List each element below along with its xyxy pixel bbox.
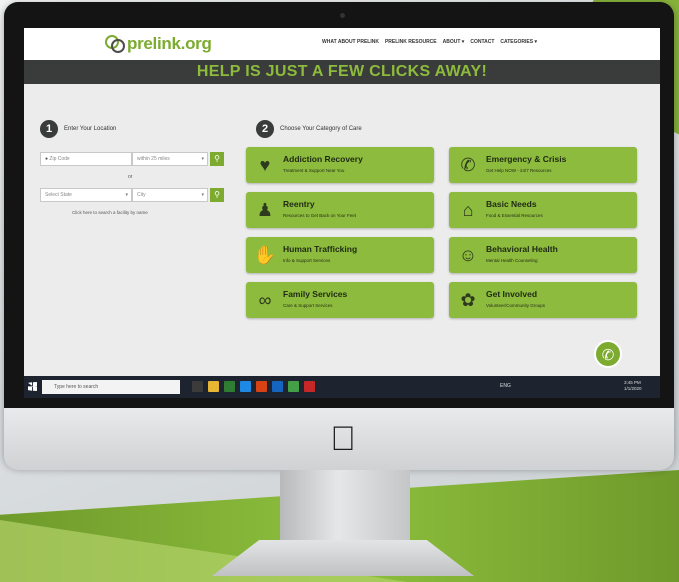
site-header: prelink.org WHAT ABOUT PRELINK PRELINK R… <box>24 28 660 60</box>
group-icon: ♟ <box>256 200 274 220</box>
emergency-icon: ✆ <box>460 155 476 175</box>
category-title: Basic Needs <box>486 199 537 209</box>
nav-item-about[interactable]: ABOUT ▾ <box>443 39 465 45</box>
category-title: Addiction Recovery <box>283 154 363 164</box>
logo-mark-icon <box>104 33 126 55</box>
edge-icon[interactable] <box>240 381 251 392</box>
category-title: Get Involved <box>486 289 538 299</box>
category-title: Emergency & Crisis <box>486 154 567 164</box>
category-title: Behavioral Health <box>486 244 558 254</box>
category-subtitle: Get Help NOW - 24/7 Resources <box>486 168 552 173</box>
search-icon: ⚲ <box>214 154 220 163</box>
main-nav: WHAT ABOUT PRELINK PRELINK RESOURCE ABOU… <box>322 39 537 45</box>
nav-item-contact[interactable]: CONTACT <box>470 39 494 45</box>
category-addiction-recovery[interactable]: ♥ Addiction Recovery Treatment & Support… <box>246 147 434 183</box>
system-tray[interactable]: ENG <box>500 383 511 389</box>
category-subtitle: Info & Support Services <box>283 258 331 263</box>
category-get-involved[interactable]: ✿ Get Involved Volunteer/Community Group… <box>449 282 637 318</box>
search-zip-button[interactable]: ⚲ <box>210 152 224 166</box>
taskbar-clock[interactable]: 3:45 PM 1/1/2020 <box>624 380 642 392</box>
category-reentry[interactable]: ♟ Reentry Resources to Get Back on Your … <box>246 192 434 228</box>
community-icon: ✿ <box>460 290 476 310</box>
call-button[interactable]: ✆ <box>594 340 622 368</box>
category-subtitle: Resources to Get Back on Your Feet <box>283 213 357 218</box>
file-explorer-icon[interactable] <box>208 381 219 392</box>
city-select[interactable]: City ▾ <box>132 188 208 202</box>
step-2-badge: 2 <box>256 120 274 138</box>
category-subtitle: Food & Essential Resources <box>486 213 543 218</box>
category-title: Family Services <box>283 289 348 299</box>
chevron-down-icon: ▾ <box>125 192 128 198</box>
head-icon: ☺ <box>458 245 478 265</box>
task-view-icon[interactable] <box>192 381 203 392</box>
taskbar-search-input[interactable]: Type here to search <box>42 380 180 394</box>
nav-item-resource[interactable]: PRELINK RESOURCE <box>385 39 437 45</box>
app-icon[interactable] <box>304 381 315 392</box>
city-value: City <box>137 192 146 198</box>
step-1-label: Enter Your Location <box>64 126 117 132</box>
category-subtitle: Mental Health Counseling <box>486 258 538 263</box>
category-basic-needs[interactable]: ⌂ Basic Needs Food & Essential Resources <box>449 192 637 228</box>
category-title: Reentry <box>283 199 315 209</box>
hand-heart-icon: ♥ <box>259 155 271 175</box>
search-by-name-link[interactable]: Click here to search a facility by name <box>72 210 148 215</box>
zip-placeholder: Zip Code <box>49 156 70 162</box>
hand-stop-icon: ✋ <box>253 245 277 265</box>
apple-logo-icon:  <box>326 420 360 458</box>
hero-banner: HELP IS JUST A FEW CLICKS AWAY! <box>24 60 660 84</box>
office-icon[interactable] <box>256 381 267 392</box>
screen: prelink.org WHAT ABOUT PRELINK PRELINK R… <box>24 28 660 398</box>
category-subtitle: Volunteer/Community Groups <box>486 303 546 308</box>
windows-start-icon[interactable] <box>28 382 37 391</box>
chrome-icon[interactable] <box>288 381 299 392</box>
nav-item-categories[interactable]: CATEGORIES ▾ <box>500 39 537 45</box>
category-family-services[interactable]: ∞ Family Services Care & Support Service… <box>246 282 434 318</box>
chevron-down-icon: ▾ <box>201 192 204 198</box>
radius-select[interactable]: within 25 miles ▾ <box>132 152 208 166</box>
nav-item-what-about[interactable]: WHAT ABOUT PRELINK <box>322 39 379 45</box>
state-select[interactable]: Select State ▾ <box>40 188 132 202</box>
family-icon: ∞ <box>258 290 272 310</box>
or-separator: or <box>128 174 133 180</box>
clock-date: 1/1/2020 <box>624 386 642 391</box>
taskbar-apps <box>192 381 315 392</box>
category-subtitle: Treatment & Support Near You <box>283 168 345 173</box>
category-human-trafficking[interactable]: ✋ Human Trafficking Info & Support Servi… <box>246 237 434 273</box>
basic-needs-icon: ⌂ <box>462 200 474 220</box>
banner-headline: HELP IS JUST A FEW CLICKS AWAY! <box>196 63 488 80</box>
search-city-button[interactable]: ⚲ <box>210 188 224 202</box>
monitor-stand <box>280 470 410 542</box>
category-behavioral-health[interactable]: ☺ Behavioral Health Mental Health Counse… <box>449 237 637 273</box>
search-icon: ⚲ <box>214 190 220 199</box>
logo-text: prelink.org <box>127 34 212 53</box>
category-emergency-crisis[interactable]: ✆ Emergency & Crisis Get Help NOW - 24/7… <box>449 147 637 183</box>
step-1-badge: 1 <box>40 120 58 138</box>
category-subtitle: Care & Support Services <box>283 303 333 308</box>
radius-value: within 25 miles <box>137 156 170 162</box>
windows-taskbar: Type here to search ENG 3:45 PM 1/1/2020 <box>24 376 660 398</box>
camera-icon <box>340 13 345 18</box>
state-value: Select State <box>45 192 72 198</box>
location-pin-icon: ● <box>45 156 49 162</box>
word-icon[interactable] <box>272 381 283 392</box>
phone-icon: ✆ <box>601 347 615 364</box>
zip-code-input[interactable]: ● Zip Code <box>40 152 132 166</box>
chevron-down-icon: ▾ <box>201 156 204 162</box>
step-2-label: Choose Your Category of Care <box>280 126 362 132</box>
site-logo[interactable]: prelink.org <box>104 33 212 55</box>
store-icon[interactable] <box>224 381 235 392</box>
category-title: Human Trafficking <box>283 244 358 254</box>
